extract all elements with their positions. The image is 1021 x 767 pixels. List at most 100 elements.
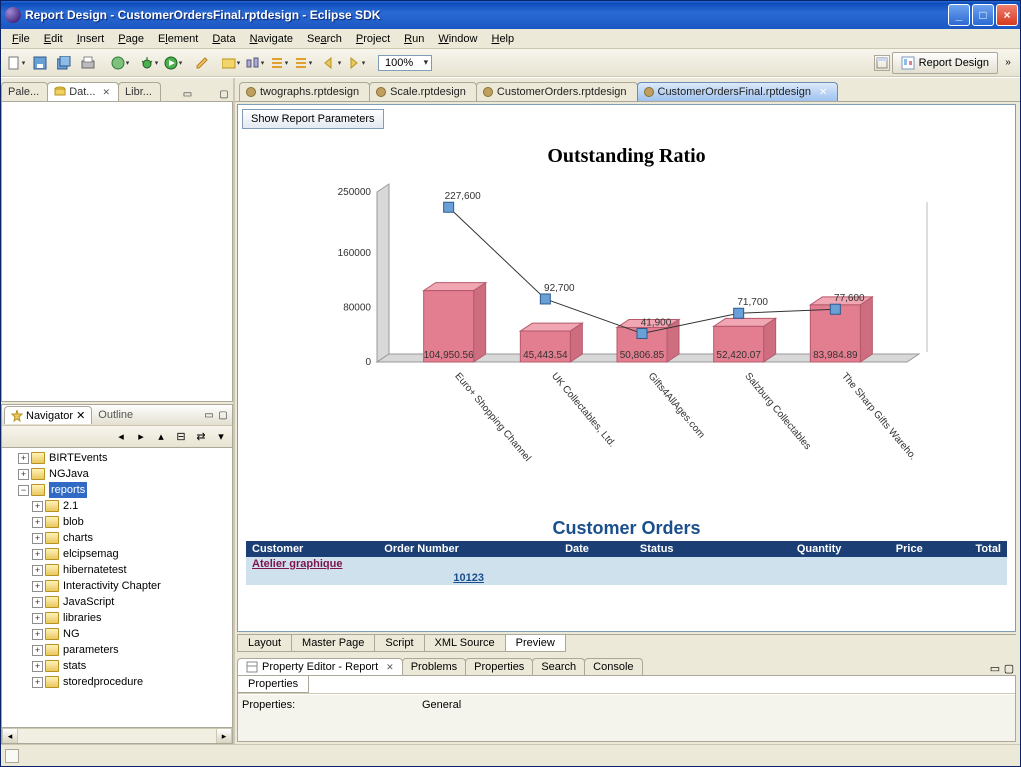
order-link[interactable]: 10123 [453,572,484,584]
editor-tab[interactable]: CustomerOrdersFinal.rptdesign✕ [637,82,839,101]
menu-help[interactable]: Help [484,31,521,47]
expand-icon[interactable]: + [32,549,43,560]
nav-back-icon[interactable]: ◂ [112,428,130,446]
menu-window[interactable]: Window [431,31,484,47]
maximize-view-icon[interactable]: ▢ [216,408,230,422]
close-icon[interactable]: ✕ [76,409,85,422]
menu-data[interactable]: Data [205,31,242,47]
perspective-more[interactable]: » [1000,55,1016,71]
tree-item-selected[interactable]: reports [49,482,87,498]
tree-item[interactable]: libraries [63,610,102,626]
minimize-view-icon[interactable]: ▭ [202,408,216,422]
tree-item[interactable]: Interactivity Chapter [63,578,161,594]
navigator-tree[interactable]: +BIRTEvents +NGJava −reports +2.1+blob+c… [1,448,233,728]
align-button[interactable]: ▾ [244,52,266,74]
expand-icon[interactable]: + [32,501,43,512]
new-button[interactable]: ▾ [5,52,27,74]
expand-icon[interactable]: + [32,517,43,528]
editor-tab[interactable]: CustomerOrders.rptdesign [476,82,638,101]
expand-icon[interactable]: + [32,629,43,640]
back-button[interactable]: ▾ [321,52,343,74]
editor-page-tab[interactable]: Master Page [291,635,375,652]
expand-icon[interactable]: + [32,677,43,688]
tab-outline[interactable]: Outline [92,407,139,423]
tree-item[interactable]: parameters [63,642,119,658]
tab-library[interactable]: Libr... [118,82,161,101]
expand-icon[interactable]: + [32,645,43,656]
expand-icon[interactable]: + [32,597,43,608]
link-editor-icon[interactable]: ⇄ [192,428,210,446]
perspective-report-design[interactable]: Report Design [892,52,998,74]
maximize-button[interactable]: □ [972,4,994,26]
tree-item[interactable]: elcipsemag [63,546,119,562]
bottom-view-tab[interactable]: Console [584,658,642,675]
save-button[interactable] [29,52,51,74]
close-icon[interactable]: ✕ [819,87,827,98]
expand-icon[interactable]: + [32,565,43,576]
maximize-view-icon[interactable]: ▢ [217,87,231,101]
tree-item[interactable]: JavaScript [63,594,114,610]
menu-edit[interactable]: Edit [37,31,70,47]
menu-navigate[interactable]: Navigate [243,31,300,47]
tree-item[interactable]: hibernatetest [63,562,127,578]
menu-run[interactable]: Run [397,31,431,47]
zoom-combo[interactable]: 100% [378,55,432,71]
nav2-button[interactable]: ▾ [292,52,314,74]
nav1-button[interactable]: ▾ [268,52,290,74]
customer-link[interactable]: Atelier graphique [252,558,342,570]
view-control-icon[interactable]: ▭ [988,662,1002,675]
tree-item[interactable]: charts [63,530,93,546]
collapse-icon[interactable]: − [18,485,29,496]
nav-fwd-icon[interactable]: ▸ [132,428,150,446]
tree-item[interactable]: stats [63,658,86,674]
bottom-view-tab[interactable]: Properties [465,658,533,675]
editor-page-tab[interactable]: Script [374,635,424,652]
debug-button[interactable]: ▾ [138,52,160,74]
expand-icon[interactable]: + [18,469,29,480]
view-menu-icon[interactable]: ▾ [212,428,230,446]
print-button[interactable] [77,52,99,74]
status-box-icon[interactable] [5,749,19,763]
expand-icon[interactable]: + [32,581,43,592]
tree-item[interactable]: storedprocedure [63,674,143,690]
tree-hscrollbar[interactable]: ◂▸ [1,728,233,744]
menu-search[interactable]: Search [300,31,349,47]
menu-element[interactable]: Element [151,31,205,47]
forward-button[interactable]: ▾ [345,52,367,74]
show-report-parameters-button[interactable]: Show Report Parameters [242,109,384,129]
view-control-icon[interactable]: ▢ [1002,662,1016,675]
tab-navigator[interactable]: Navigator ✕ [4,406,92,424]
expand-icon[interactable]: + [32,613,43,624]
bottom-view-tab[interactable]: Problems [402,658,466,675]
expand-icon[interactable]: + [32,661,43,672]
save-all-button[interactable] [53,52,75,74]
tab-palette[interactable]: Pale... [1,82,48,101]
editor-page-tab[interactable]: Layout [237,635,292,652]
run-button[interactable]: ▾ [162,52,184,74]
open-perspective-button[interactable] [874,55,890,71]
tree-item[interactable]: 2.1 [63,498,78,514]
menu-project[interactable]: Project [349,31,397,47]
bottom-view-tab[interactable]: Property Editor - Report✕ [237,658,403,675]
folder-open-button[interactable]: ▾ [220,52,242,74]
expand-icon[interactable]: + [32,533,43,544]
tab-data[interactable]: Dat... ✕ [47,82,119,101]
pencil-button[interactable] [191,52,213,74]
collapse-all-icon[interactable]: ⊟ [172,428,190,446]
close-button[interactable]: × [996,4,1018,26]
minimize-button[interactable]: _ [948,4,970,26]
editor-page-tab[interactable]: XML Source [424,635,506,652]
globe-button[interactable]: ▾ [109,52,131,74]
tree-item[interactable]: NGJava [49,466,89,482]
close-icon[interactable]: ✕ [386,662,394,673]
editor-tab[interactable]: twographs.rptdesign [239,82,370,101]
properties-subtab[interactable]: Properties [237,676,309,693]
editor-page-tab[interactable]: Preview [505,635,566,652]
minimize-view-icon[interactable]: ▭ [180,87,194,101]
editor-tab[interactable]: Scale.rptdesign [369,82,477,101]
menu-insert[interactable]: Insert [70,31,112,47]
tree-item[interactable]: blob [63,514,84,530]
menu-file[interactable]: File [5,31,37,47]
expand-icon[interactable]: + [18,453,29,464]
tree-item[interactable]: NG [63,626,80,642]
